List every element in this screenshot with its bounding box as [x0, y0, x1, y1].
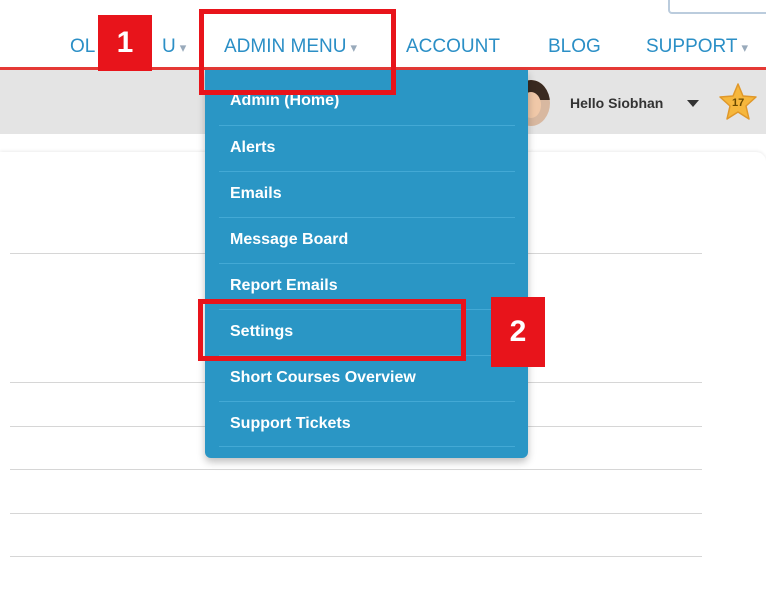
menu-item-support-tickets[interactable]: Support Tickets	[230, 415, 351, 433]
user-greeting[interactable]: Hello Siobhan	[570, 95, 663, 111]
caret-down-icon[interactable]	[687, 100, 699, 107]
menu-item-message-board[interactable]: Message Board	[230, 231, 348, 249]
annotation-step-2: 2	[491, 297, 545, 367]
menu-item-short-courses-overview[interactable]: Short Courses Overview	[230, 369, 416, 387]
divider	[10, 513, 702, 514]
chevron-down-icon: ▾	[179, 40, 187, 55]
nav-item-account[interactable]: ACCOUNT	[406, 36, 500, 58]
annotation-box-settings	[198, 299, 466, 361]
divider	[10, 469, 702, 470]
top-cropped-box	[668, 0, 766, 14]
admin-menu-dropdown: Admin (Home) Alerts Emails Message Board…	[205, 70, 528, 458]
menu-item-alerts[interactable]: Alerts	[230, 139, 275, 157]
menu-item-emails[interactable]: Emails	[230, 185, 282, 203]
chevron-down-icon: ▾	[741, 40, 749, 55]
nav-item-blog[interactable]: BLOG	[548, 36, 601, 58]
star-badge-count: 17	[732, 97, 745, 109]
menu-item-report-emails[interactable]: Report Emails	[230, 277, 338, 295]
annotation-step-1: 1	[98, 15, 152, 71]
nav-item-oltc[interactable]: OL	[70, 36, 95, 58]
nav-item-support[interactable]: SUPPORT ▾	[646, 36, 748, 58]
annotation-box-admin-menu	[199, 9, 396, 95]
nav-item-menu[interactable]: U ▾	[162, 36, 186, 58]
divider	[10, 556, 702, 557]
